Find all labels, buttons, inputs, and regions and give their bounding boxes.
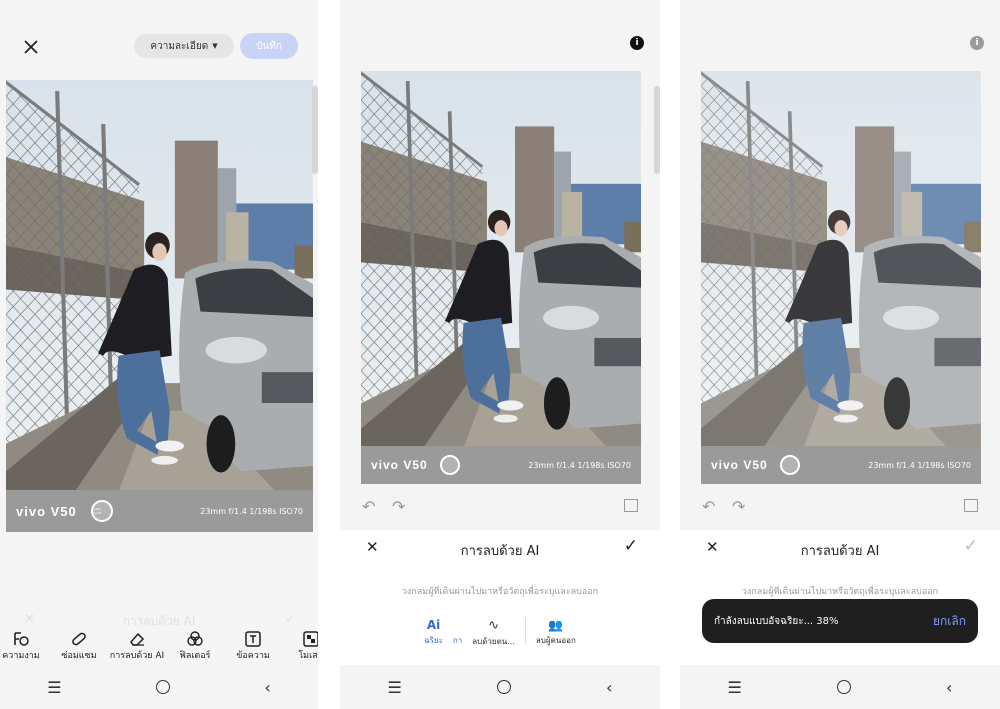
mode-label: ลบด้วยตน... [472,637,515,646]
tool-label: ฟิลเตอร์ [179,651,211,661]
home-icon[interactable] [496,680,511,694]
ghost-close-icon: ✕ [24,612,35,627]
tool-ai-erase[interactable]: การลบด้วย AI [108,630,166,662]
mode-selector: Ai ฉริยะ กา ∿ ลบด้วยตน... 👥 ลบผู้คนออก [340,618,660,648]
photo-image [361,71,641,484]
detail-dropdown[interactable]: ความละเอียด ▼ [134,34,234,58]
tool-filter[interactable]: ฟิลเตอร์ [166,630,224,662]
menu-icon[interactable]: ☰ [728,678,742,697]
tool-repair[interactable]: ซ่อมแซม [50,630,108,662]
ai-erase-processing-panel: i vivo V50 23mm f/1.4 1/198s ISO70 ↶ ↷ ✕… [680,0,1000,709]
mode-divider [524,618,526,644]
confirm-button[interactable]: ✓ [964,536,978,556]
photo-canvas[interactable]: vivo V50 23mm f/1.4 1/198s ISO70 [701,71,981,484]
watermark-strip: vivo V50 AURA LIGHT 23mm f/1.4 1/198s IS… [6,490,313,532]
compare-button[interactable] [964,499,978,512]
mode-remove-people[interactable]: 👥 ลบผู้คนออก [536,618,576,648]
sheet-title: การลบด้วย AI [460,544,540,559]
photo-canvas[interactable]: vivo V50 23mm f/1.4 1/198s ISO70 [361,71,641,484]
mode-label: กา [452,636,463,645]
info-button[interactable]: i [970,36,984,50]
ai-smart-icon: Ai [426,618,441,632]
undo-button[interactable]: ↶ [362,497,375,516]
tool-beauty[interactable]: ความงาม [0,630,50,662]
badge-text: AURA LIGHT [92,507,102,515]
save-button[interactable]: บันทึก [240,33,298,59]
cancel-button[interactable]: ยกเลิก [933,612,966,631]
mode-manual[interactable]: ∿ ลบด้วยตน... [472,618,515,648]
watermark-brand: vivo V50 [711,458,768,472]
progress-toast: กำลังลบแบบอัจฉริยะ... 38% ยกเลิก [702,599,978,643]
redo-button[interactable]: ↷ [392,497,405,516]
undo-button[interactable]: ↶ [702,497,715,516]
mode-label: ลบผู้คนออก [535,636,576,645]
close-button[interactable] [18,34,44,60]
face-retouch-icon [14,632,29,646]
bottom-sheet: ✕ การลบด้วย AI ✓ วงกลมผู้ที่เดินผ่านไปมา… [680,530,1000,665]
tool-label: โมเสค [298,651,318,661]
redo-button[interactable]: ↷ [732,497,745,516]
aura-light-badge [439,455,460,475]
tool-label: ความงาม [2,651,40,661]
chevron-down-icon: ▼ [212,42,218,50]
mode-label: ฉริยะ [424,636,443,645]
home-icon[interactable] [836,680,851,694]
scrollbar[interactable] [312,86,318,174]
hint-text: วงกลมผู้ที่เดินผ่านไปมาหรือวัตถุเพื่อระบ… [401,587,599,597]
menu-icon[interactable]: ☰ [388,678,402,697]
eraser-icon [130,632,145,646]
watermark-strip: vivo V50 23mm f/1.4 1/198s ISO70 [701,446,981,484]
compare-button[interactable] [624,499,638,512]
confirm-button[interactable]: ✓ [624,536,638,556]
tool-label: การลบด้วย AI [109,651,165,661]
tool-label: ซ่อมแซม [61,651,97,661]
bandage-icon [72,632,86,646]
ai-erase-panel: i vivo V50 23mm f/1.4 1/198s ISO70 ↶ ↷ ✕… [340,0,660,709]
tool-bar: ความงาม ซ่อมแซม การลบด้วย AI ฟิลเตอร์ ข้… [0,630,318,662]
ghost-sheet-title: การลบด้วย AI [122,614,196,628]
bottom-sheet: ✕ การลบด้วย AI ✓ วงกลมผู้ที่เดินผ่านไปมา… [340,530,660,665]
photo-image [701,71,981,484]
info-icon: i [635,38,639,48]
home-icon[interactable] [155,680,170,694]
watermark-brand: vivo V50 [16,503,77,519]
mode-smart[interactable]: Ai ฉริยะ [424,618,443,648]
photo-canvas[interactable]: vivo V50 AURA LIGHT 23mm f/1.4 1/198s IS… [6,80,313,532]
aura-light-badge: AURA LIGHT [90,500,113,522]
info-icon: i [975,38,979,48]
brush-stroke-icon: ∿ [488,618,500,633]
sheet-title: การลบด้วย AI [800,544,880,559]
detail-dropdown-label: ความละเอียด [150,40,209,52]
tool-text[interactable]: ข้อความ [224,630,282,662]
ghost-check-icon: ✓ [285,612,296,627]
tool-mosaic[interactable]: โมเสค [282,630,318,662]
aura-light-badge [779,455,800,475]
watermark-specs: 23mm f/1.4 1/198s ISO70 [528,460,631,470]
watermark-brand: vivo V50 [371,458,428,472]
watermark-strip: vivo V50 23mm f/1.4 1/198s ISO70 [361,446,641,484]
info-button[interactable]: i [630,36,644,50]
close-icon [24,40,38,54]
people-icon: 👥 [548,618,564,632]
scrollbar[interactable] [654,86,660,174]
circle-icon [456,618,460,632]
system-nav-bar: ☰ ‹ [680,665,1000,709]
menu-icon[interactable]: ☰ [47,678,61,697]
hint-text: วงกลมผู้ที่เดินผ่านไปมาหรือวัตถุเพื่อระบ… [741,587,939,597]
back-icon[interactable]: ‹ [946,678,952,697]
back-icon[interactable]: ‹ [606,678,612,697]
editor-panel: ความละเอียด ▼ บันทึก vivo V50 AURA LIGHT… [0,0,318,709]
progress-text: กำลังลบแบบอัจฉริยะ... 38% [714,615,839,627]
back-icon[interactable]: ‹ [264,678,270,697]
filter-circles-icon [187,631,203,646]
mode-circle[interactable]: กา [453,618,462,648]
tool-label: ข้อความ [236,651,270,661]
watermark-specs: 23mm f/1.4 1/198s ISO70 [868,460,971,470]
system-nav-bar: ☰ ‹ [0,665,318,709]
text-box-icon [245,631,261,647]
watermark-specs: 23mm f/1.4 1/198s ISO70 [200,506,303,516]
mosaic-icon [303,631,318,647]
system-nav-bar: ☰ ‹ [340,665,660,709]
photo-image [6,80,313,532]
